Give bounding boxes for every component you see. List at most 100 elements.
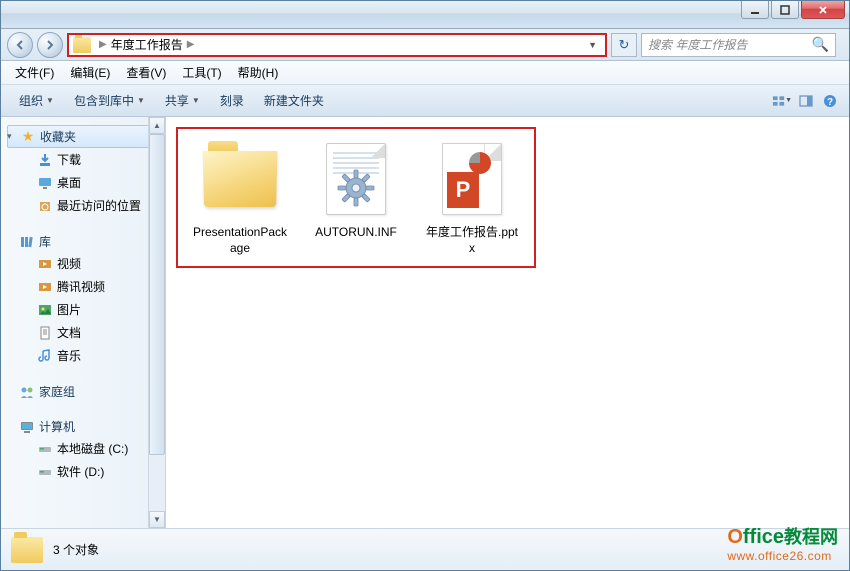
sidebar-item-pictures[interactable]: 图片 bbox=[1, 298, 165, 321]
folder-icon bbox=[204, 151, 276, 207]
chevron-down-icon: ▼ bbox=[46, 96, 54, 105]
titlebar bbox=[1, 1, 849, 29]
svg-text:?: ? bbox=[827, 97, 833, 108]
chevron-down-icon: ▼ bbox=[137, 96, 145, 105]
help-button[interactable]: ? bbox=[819, 90, 841, 112]
file-label: PresentationPackage bbox=[192, 225, 288, 256]
computer-icon bbox=[19, 419, 35, 435]
highlight-box: PresentationPackage AUTORUN.INF bbox=[176, 127, 536, 268]
view-options-button[interactable]: ▼ bbox=[771, 90, 793, 112]
breadcrumb-item[interactable]: 年度工作报告 bbox=[111, 36, 183, 53]
file-item-inf[interactable]: AUTORUN.INF bbox=[308, 139, 404, 256]
sidebar-item-disk-c[interactable]: 本地磁盘 (C:) bbox=[1, 437, 165, 460]
toolbar-organize[interactable]: 组织▼ bbox=[9, 89, 64, 112]
pptx-file-icon: P bbox=[442, 143, 502, 215]
statusbar: 3 个对象 bbox=[1, 528, 849, 570]
video-icon bbox=[37, 256, 53, 272]
chevron-down-icon: ▼ bbox=[785, 97, 792, 104]
homegroup-icon bbox=[19, 384, 35, 400]
toolbar-share[interactable]: 共享▼ bbox=[155, 89, 210, 112]
arrow-right-icon bbox=[44, 39, 56, 51]
star-icon: ★ bbox=[20, 129, 36, 145]
scrollbar-thumb[interactable] bbox=[149, 134, 165, 455]
sidebar-homegroup-header[interactable]: 家庭组 bbox=[1, 381, 165, 402]
sidebar-item-disk-d[interactable]: 软件 (D:) bbox=[1, 460, 165, 483]
explorer-window: ▶ 年度工作报告 ▶ ▼ ↻ 搜索 年度工作报告 🔍 文件(F) 编辑(E) 查… bbox=[0, 0, 850, 571]
content-pane[interactable]: PresentationPackage AUTORUN.INF bbox=[166, 117, 849, 528]
disk-icon bbox=[37, 441, 53, 457]
music-icon bbox=[37, 348, 53, 364]
sidebar-label: 收藏夹 bbox=[40, 128, 76, 145]
search-placeholder: 搜索 年度工作报告 bbox=[648, 36, 747, 53]
picture-icon bbox=[37, 302, 53, 318]
preview-pane-button[interactable] bbox=[795, 90, 817, 112]
file-item-pptx[interactable]: P 年度工作报告.pptx bbox=[424, 139, 520, 256]
library-icon bbox=[19, 234, 35, 250]
menu-tools[interactable]: 工具(T) bbox=[174, 62, 229, 83]
sidebar-item-recent[interactable]: 最近访问的位置 bbox=[1, 194, 165, 217]
toolbar-include[interactable]: 包含到库中▼ bbox=[64, 89, 155, 112]
status-text: 3 个对象 bbox=[53, 541, 99, 558]
inf-file-icon bbox=[326, 143, 386, 215]
maximize-button[interactable] bbox=[771, 1, 799, 19]
sidebar-libraries-header[interactable]: 库 bbox=[1, 231, 165, 252]
body: ▾ ★ 收藏夹 下载 桌面 最近访问的位置 bbox=[1, 117, 849, 528]
sidebar-computer-header[interactable]: 计算机 bbox=[1, 416, 165, 437]
pie-chart-icon bbox=[469, 152, 491, 174]
document-icon bbox=[37, 325, 53, 341]
recent-icon bbox=[37, 198, 53, 214]
address-bar[interactable]: ▶ 年度工作报告 ▶ ▼ bbox=[67, 33, 607, 57]
address-dropdown-icon[interactable]: ▼ bbox=[584, 40, 601, 50]
sidebar-item-music[interactable]: 音乐 bbox=[1, 344, 165, 367]
collapse-icon[interactable]: ▾ bbox=[7, 131, 12, 142]
preview-icon bbox=[799, 94, 813, 108]
scroll-up-icon[interactable]: ▲ bbox=[149, 117, 165, 134]
toolbar: 组织▼ 包含到库中▼ 共享▼ 刻录 新建文件夹 ▼ ? bbox=[1, 85, 849, 117]
sidebar-label: 计算机 bbox=[39, 418, 75, 435]
sidebar-label: 家庭组 bbox=[39, 383, 75, 400]
toolbar-newfolder[interactable]: 新建文件夹 bbox=[254, 89, 334, 112]
menu-view[interactable]: 查看(V) bbox=[118, 62, 174, 83]
menu-file[interactable]: 文件(F) bbox=[7, 62, 62, 83]
refresh-button[interactable]: ↻ bbox=[611, 33, 637, 57]
search-icon: 🔍 bbox=[812, 36, 829, 53]
help-icon: ? bbox=[823, 94, 837, 108]
disk-icon bbox=[37, 464, 53, 480]
menubar: 文件(F) 编辑(E) 查看(V) 工具(T) 帮助(H) bbox=[1, 61, 849, 85]
sidebar: ▾ ★ 收藏夹 下载 桌面 最近访问的位置 bbox=[1, 117, 166, 528]
minimize-button[interactable] bbox=[741, 1, 769, 19]
chevron-down-icon: ▼ bbox=[192, 96, 200, 105]
desktop-icon bbox=[37, 175, 53, 191]
back-button[interactable] bbox=[7, 32, 33, 58]
file-label: AUTORUN.INF bbox=[308, 225, 404, 241]
sidebar-item-videos[interactable]: 视频 bbox=[1, 252, 165, 275]
powerpoint-p-icon: P bbox=[447, 172, 479, 208]
folder-icon bbox=[11, 537, 43, 563]
sidebar-item-desktop[interactable]: 桌面 bbox=[1, 171, 165, 194]
sidebar-item-downloads[interactable]: 下载 bbox=[1, 148, 165, 171]
sidebar-item-documents[interactable]: 文档 bbox=[1, 321, 165, 344]
toolbar-burn[interactable]: 刻录 bbox=[210, 89, 254, 112]
breadcrumb-separator-icon: ▶ bbox=[99, 39, 107, 50]
view-icon bbox=[772, 94, 785, 108]
arrow-left-icon bbox=[14, 39, 26, 51]
video-icon bbox=[37, 279, 53, 295]
file-label: 年度工作报告.pptx bbox=[424, 225, 520, 256]
refresh-icon: ↻ bbox=[619, 37, 630, 53]
menu-edit[interactable]: 编辑(E) bbox=[62, 62, 118, 83]
download-icon bbox=[37, 152, 53, 168]
file-item-folder[interactable]: PresentationPackage bbox=[192, 139, 288, 256]
sidebar-label: 库 bbox=[39, 233, 51, 250]
folder-icon bbox=[73, 37, 91, 53]
sidebar-item-tencent[interactable]: 腾讯视频 bbox=[1, 275, 165, 298]
close-button[interactable] bbox=[801, 1, 845, 19]
sidebar-favorites-header[interactable]: ▾ ★ 收藏夹 bbox=[7, 125, 159, 148]
menu-help[interactable]: 帮助(H) bbox=[230, 62, 287, 83]
scroll-down-icon[interactable]: ▼ bbox=[149, 511, 165, 528]
navbar: ▶ 年度工作报告 ▶ ▼ ↻ 搜索 年度工作报告 🔍 bbox=[1, 29, 849, 61]
forward-button[interactable] bbox=[37, 32, 63, 58]
search-input[interactable]: 搜索 年度工作报告 🔍 bbox=[641, 33, 836, 57]
breadcrumb-separator-icon: ▶ bbox=[187, 39, 195, 50]
sidebar-scrollbar[interactable]: ▲ ▼ bbox=[148, 117, 165, 528]
gear-icon bbox=[334, 166, 378, 210]
